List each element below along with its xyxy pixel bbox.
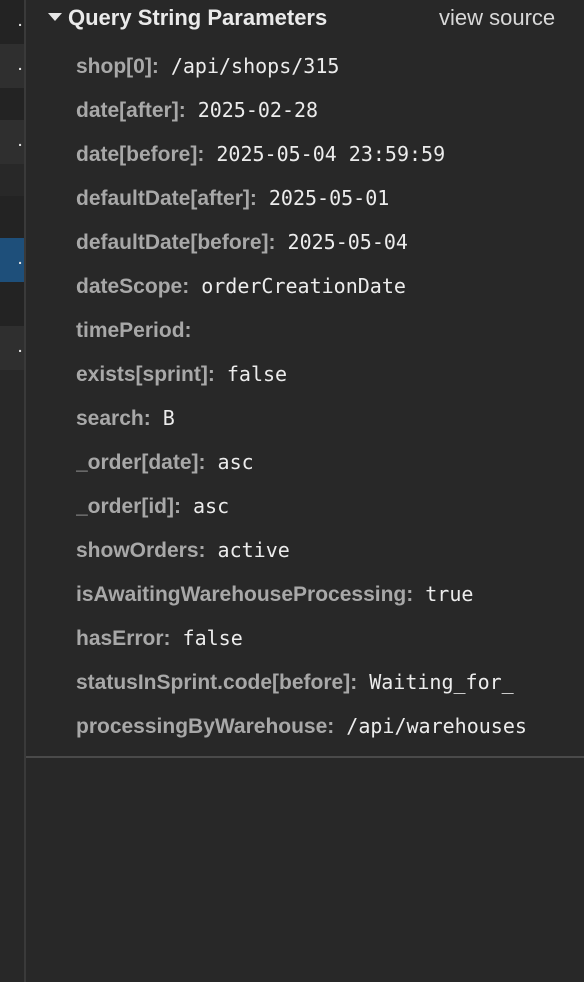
param-key: processingByWarehouse [76, 715, 328, 738]
section-divider [26, 756, 584, 758]
param-key: date[before] [76, 143, 198, 166]
query-params-header[interactable]: Query String Parameters view source [26, 0, 584, 36]
request-row[interactable] [0, 282, 24, 326]
view-source-link[interactable]: view source [439, 5, 555, 31]
param-value: active [217, 538, 290, 562]
param-value: 2025-02-28 [197, 98, 319, 122]
param-row: exists[sprint]: false [76, 362, 288, 386]
request-details-panel: Query String Parameters view source shop… [26, 0, 584, 982]
row-marker: . [18, 251, 22, 267]
param-value: false [226, 362, 288, 386]
param-value: 2025-05-01 [268, 186, 390, 210]
param-key: dateScope [76, 275, 183, 298]
param-row: _order[date]: asc [76, 450, 254, 474]
request-row[interactable]: . [0, 120, 24, 164]
row-marker: . [18, 133, 22, 149]
param-row: defaultDate[after]: 2025-05-01 [76, 186, 390, 210]
param-key: hasError [76, 627, 164, 650]
param-key: search [76, 407, 144, 430]
param-value: Waiting_for_ [369, 670, 514, 694]
request-row[interactable]: . [0, 326, 24, 370]
param-value: false [182, 626, 243, 650]
param-key: _order[id] [76, 495, 175, 518]
section-title[interactable]: Query String Parameters [68, 5, 327, 31]
param-value: B [162, 406, 175, 430]
row-marker: . [18, 57, 22, 73]
param-key: isAwaitingWarehouseProcessing [76, 583, 407, 606]
param-key: defaultDate[after] [76, 187, 250, 210]
devtools-frame: . . . . . Query String Parameters view s… [0, 0, 584, 982]
param-value: asc [217, 450, 254, 474]
request-row[interactable]: . [0, 0, 24, 44]
param-key: date[after] [76, 99, 179, 122]
param-row: dateScope: orderCreationDate [76, 274, 406, 298]
param-row: _order[id]: asc [76, 494, 230, 518]
param-key: statusInSprint.code[before] [76, 671, 351, 694]
param-key: defaultDate[before] [76, 231, 269, 254]
param-value: 2025-05-04 23:59:59 [216, 142, 446, 166]
param-value: /api/warehouses [346, 714, 527, 738]
param-row: search: B [76, 406, 175, 430]
query-params-list: shop[0]:/api/shops/315 date[after]: 2025-… [76, 48, 584, 752]
param-value: true [425, 582, 474, 606]
param-row: shop[0]:/api/shops/315 [76, 54, 340, 78]
param-row: showOrders: active [76, 538, 290, 562]
param-value: orderCreationDate [201, 274, 406, 298]
param-key: _order[date] [76, 451, 199, 474]
request-row-selected[interactable]: . [0, 238, 24, 282]
param-row: defaultDate[before]: 2025-05-04 [76, 230, 408, 254]
request-row[interactable]: . [0, 44, 24, 88]
request-list-strip: . . . . . [0, 0, 26, 982]
row-marker: . [18, 339, 22, 355]
param-row: timePeriod: [76, 319, 192, 342]
row-marker: . [18, 13, 22, 29]
param-row: hasError: false [76, 626, 243, 650]
param-key: exists[sprint] [76, 363, 208, 386]
param-row: date[before]: 2025-05-04 23:59:59 [76, 142, 446, 166]
param-value: /api/shops/315 [170, 54, 340, 78]
param-key: showOrders [76, 539, 199, 562]
param-value: asc [193, 494, 230, 518]
param-value: 2025-05-04 [287, 230, 408, 254]
param-row: isAwaitingWarehouseProcessing: true [76, 582, 474, 606]
disclosure-triangle-icon[interactable] [48, 13, 62, 21]
param-row: date[after]: 2025-02-28 [76, 98, 319, 122]
param-key: shop[0] [76, 55, 152, 78]
param-row: statusInSprint.code[before]: Waiting_for_ [76, 670, 514, 694]
param-key: timePeriod [76, 319, 185, 342]
request-row[interactable] [0, 196, 24, 240]
param-row: processingByWarehouse:/api/warehouses [76, 714, 527, 738]
